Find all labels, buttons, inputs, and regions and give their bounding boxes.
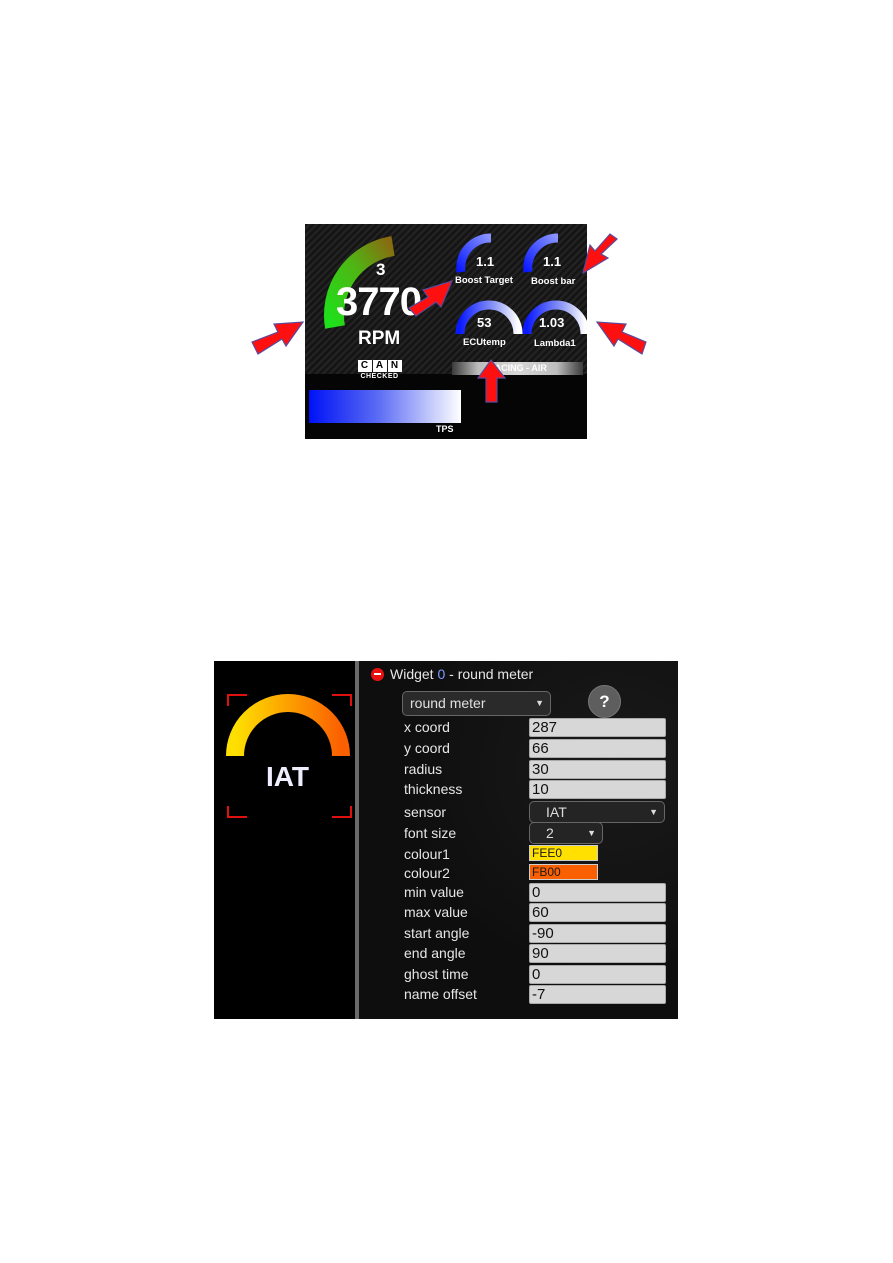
- tps-bar: [309, 390, 461, 423]
- field-label: y coord: [404, 740, 450, 756]
- field-label: sensor: [404, 804, 447, 820]
- radius-input[interactable]: 30: [529, 760, 666, 779]
- y-coord-input[interactable]: 66: [529, 739, 666, 758]
- widget-title-prefix: Widget: [390, 666, 438, 682]
- selection-corner-bottom-left: [227, 806, 247, 818]
- arrow-icon: [582, 233, 618, 275]
- boost-target-value: 1.1: [476, 254, 495, 269]
- dashboard-screenshot: 3 3770 RPM C A N CHECKED 1.1 Boost Targe…: [305, 224, 587, 439]
- colour2-input[interactable]: FB00: [529, 864, 598, 880]
- name-offset-input[interactable]: -7: [529, 985, 666, 1004]
- thickness-input[interactable]: 10: [529, 780, 666, 799]
- iat-gauge-arc: [226, 694, 350, 757]
- remove-widget-icon[interactable]: [371, 667, 384, 681]
- gear-value: 3: [376, 260, 386, 279]
- can-logo-letter: N: [387, 360, 402, 372]
- field-label: max value: [404, 904, 468, 920]
- widget-configurator-screenshot: IAT Widget 0 - round meter round meter ▼…: [214, 661, 678, 1019]
- rpm-label: RPM: [358, 328, 401, 349]
- can-checked-logo: C A N CHECKED: [357, 360, 402, 380]
- widget-preview: IAT: [214, 661, 355, 1019]
- sensor-select[interactable]: IAT ▼: [529, 801, 665, 823]
- min-value-input[interactable]: 0: [529, 883, 666, 902]
- start-angle-input[interactable]: -90: [529, 924, 666, 943]
- selection-corner-bottom-right: [332, 806, 352, 818]
- sensor-select-value: IAT: [546, 804, 567, 820]
- widget-header: Widget 0 - round meter: [371, 666, 533, 682]
- can-logo-subtitle: CHECKED: [360, 373, 399, 380]
- field-label: x coord: [404, 719, 450, 735]
- tps-label: TPS: [436, 424, 454, 434]
- field-label: name offset: [404, 986, 477, 1002]
- field-label: radius: [404, 761, 443, 777]
- status-bar-text: RACING - AIR: [488, 363, 547, 373]
- rpm-value: 3770: [336, 280, 422, 324]
- field-label: colour2: [404, 865, 450, 881]
- field-label: min value: [404, 884, 464, 900]
- selection-corner-top-right: [332, 694, 352, 706]
- field-label: thickness: [404, 781, 463, 797]
- widget-title: Widget 0 - round meter: [390, 666, 533, 682]
- lambda1-value: 1.03: [539, 315, 565, 330]
- lambda1-label: Lambda1: [534, 338, 576, 349]
- colour1-input[interactable]: FEE0: [529, 845, 598, 861]
- chevron-down-icon: ▼: [535, 698, 544, 708]
- max-value-input[interactable]: 60: [529, 903, 666, 922]
- can-logo-letter: C: [357, 360, 372, 372]
- iat-preview-svg: [226, 694, 352, 818]
- x-coord-input[interactable]: 287: [529, 718, 666, 737]
- widget-properties-panel: Widget 0 - round meter round meter ▼ ? x…: [359, 661, 678, 1019]
- chevron-down-icon: ▼: [649, 807, 658, 817]
- field-label: end angle: [404, 945, 466, 961]
- field-label: start angle: [404, 925, 470, 941]
- font-size-select[interactable]: 2 ▼: [529, 822, 603, 844]
- boost-target-label: Boost Target: [455, 275, 513, 286]
- arrow-icon: [595, 321, 647, 355]
- field-label: ghost time: [404, 966, 469, 982]
- font-size-select-value: 2: [546, 825, 554, 841]
- ecutemp-label: ECUtemp: [463, 337, 506, 348]
- field-label: font size: [404, 825, 457, 841]
- field-label: colour1: [404, 846, 450, 862]
- selection-corner-top-left: [227, 694, 247, 706]
- can-logo-letter: A: [372, 360, 387, 372]
- widget-type-value: round meter: [410, 695, 486, 711]
- help-button[interactable]: ?: [588, 685, 621, 718]
- widget-type-select[interactable]: round meter ▼: [402, 691, 551, 716]
- boost-bar-value: 1.1: [543, 254, 562, 269]
- ghost-time-input[interactable]: 0: [529, 965, 666, 984]
- arrow-icon: [251, 321, 305, 355]
- end-angle-input[interactable]: 90: [529, 944, 666, 963]
- status-bar: RACING - AIR: [452, 362, 583, 375]
- widget-title-suffix: - round meter: [445, 666, 534, 682]
- ecutemp-value: 53: [477, 315, 492, 330]
- chevron-down-icon: ▼: [587, 828, 596, 838]
- iat-gauge-label: IAT: [266, 761, 310, 792]
- boost-bar-label: Boost bar: [531, 276, 576, 287]
